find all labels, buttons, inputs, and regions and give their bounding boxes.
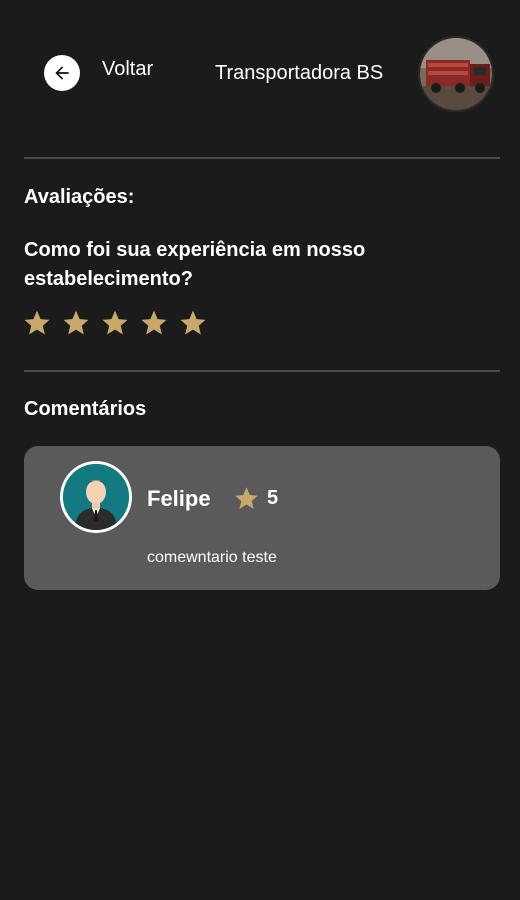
rating-stars <box>22 308 208 338</box>
comments-title: Comentários <box>24 398 147 420</box>
avatar <box>60 461 132 533</box>
back-label[interactable]: Voltar <box>102 58 153 81</box>
ratings-question: Como foi sua experiência em nosso estabe… <box>24 239 366 290</box>
company-name: Transportadora BS <box>215 62 384 84</box>
comment-card: Felipe 5 comewntario teste <box>24 446 500 590</box>
comment-user-name: Felipe <box>147 486 211 511</box>
comment-rating-value: 5 <box>267 487 279 509</box>
divider-top <box>24 157 500 159</box>
star-icon-3[interactable] <box>100 308 130 338</box>
user-avatar-icon <box>63 464 129 530</box>
divider-middle <box>24 370 500 372</box>
star-icon-4[interactable] <box>139 308 169 338</box>
company-avatar <box>418 36 494 112</box>
arrow-left-icon <box>55 66 69 80</box>
star-icon-1[interactable] <box>22 308 52 338</box>
app-header: Voltar Transportadora BS <box>0 0 520 150</box>
star-icon-2[interactable] <box>61 308 91 338</box>
truck-image <box>420 38 492 110</box>
ratings-title: Avaliações: <box>24 186 135 208</box>
comment-text: comewntario teste <box>147 549 277 566</box>
star-icon-5[interactable] <box>178 308 208 338</box>
star-icon <box>235 487 258 509</box>
back-button[interactable] <box>44 55 80 91</box>
